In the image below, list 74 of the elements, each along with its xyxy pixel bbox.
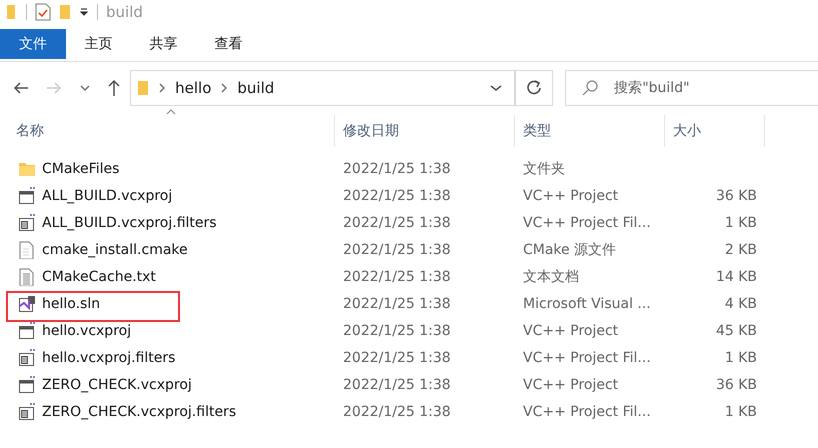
size-cell-text: 1 KB [724,350,757,366]
file-name[interactable]: hello.sln [42,296,100,312]
document-icon [18,402,36,420]
size-cell-text: 36 KB [714,188,757,204]
refresh-icon [526,80,542,96]
window-icon [18,186,36,204]
date-cell-text: 2022/1/25 1:38 [342,268,452,284]
chevron-down-icon [490,84,502,92]
chevron-down-icon[interactable] [80,84,90,92]
text-file-icon [18,268,36,286]
file-name[interactable]: ZERO_CHECK.vcxproj.filters [42,404,236,420]
ribbon-tab[interactable]: 文件 [0,29,66,59]
solution-icon [18,294,36,312]
date-cell-text: 2022/1/25 1:38 [342,376,452,392]
file-name[interactable]: CMakeFiles [42,160,120,176]
document-icon [18,214,36,232]
up-icon[interactable] [107,79,122,97]
file-name[interactable]: ZERO_CHECK.vcxproj [42,376,192,392]
search-placeholder: 搜索"build" [614,79,690,97]
sort-caret-icon [166,109,176,115]
ribbon-tab[interactable]: 主页 [66,29,131,59]
search-field[interactable]: 搜索"build" [565,70,818,106]
date-cell-text: 2022/1/25 1:38 [342,214,452,230]
type-cell-text: VC++ Project Fil... [522,404,652,420]
file-icon [18,240,36,258]
date-cell-text: 2022/1/25 1:38 [342,188,452,204]
type-cell-text: VC++ Project [522,322,620,338]
file-name[interactable]: CMakeCache.txt [42,268,156,284]
type-cell-text: CMake 源文件 [522,240,618,258]
file-name[interactable]: cmake_install.cmake [42,242,188,258]
ribbon-tab[interactable]: 查看 [196,29,261,59]
type-cell-text: 文件夹 [522,160,566,178]
size-cell-text: 2 KB [724,242,757,258]
chevron-right-icon [159,83,166,93]
back-icon[interactable] [12,81,29,95]
column-header[interactable]: 名称 [0,115,335,147]
file-name[interactable]: hello.vcxproj [42,322,132,338]
type-cell-text: 文本文档 [522,268,580,286]
checklist-icon[interactable] [35,3,51,21]
chevron-right-icon [221,83,228,93]
type-cell-text: Microsoft Visual ... [522,296,652,312]
type-cell-text: VC++ Project [522,376,620,392]
date-cell-text: 2022/1/25 1:38 [342,242,452,258]
search-icon [582,80,598,96]
file-name[interactable]: ALL_BUILD.vcxproj.filters [42,214,217,230]
address-bar[interactable]: hello build [130,70,516,106]
date-cell-text: 2022/1/25 1:38 [342,322,452,338]
dropdown-icon[interactable] [79,7,89,17]
file-name[interactable]: ALL_BUILD.vcxproj [42,188,172,204]
size-cell-text: 14 KB [714,268,757,284]
date-cell-text: 2022/1/25 1:38 [342,160,452,176]
type-cell-text: VC++ Project Fil... [522,350,652,366]
column-header[interactable]: 修改日期 [335,115,515,147]
window-title: build [106,3,143,21]
size-cell-text: 1 KB [724,214,757,230]
date-cell-text: 2022/1/25 1:38 [342,350,452,366]
breadcrumb[interactable]: build [237,79,274,97]
date-cell-text: 2022/1/25 1:38 [342,404,452,420]
window-icon [18,322,36,340]
document-icon [18,348,36,366]
column-header[interactable]: 大小 [665,115,765,147]
size-cell-text: 45 KB [714,322,757,338]
column-header[interactable]: 类型 [515,115,665,147]
breadcrumb[interactable]: hello [175,79,212,97]
date-cell-text: 2022/1/25 1:38 [342,296,452,312]
file-name[interactable]: hello.vcxproj.filters [42,350,176,366]
type-cell-text: VC++ Project Fil... [522,214,652,230]
ribbon-tab[interactable]: 共享 [131,29,196,59]
refresh-button[interactable] [516,70,554,106]
size-cell-text: 4 KB [724,296,757,312]
size-cell-text: 36 KB [714,376,757,392]
type-cell-text: VC++ Project [522,188,620,204]
window-icon [18,376,36,394]
size-cell-text: 1 KB [724,404,757,420]
